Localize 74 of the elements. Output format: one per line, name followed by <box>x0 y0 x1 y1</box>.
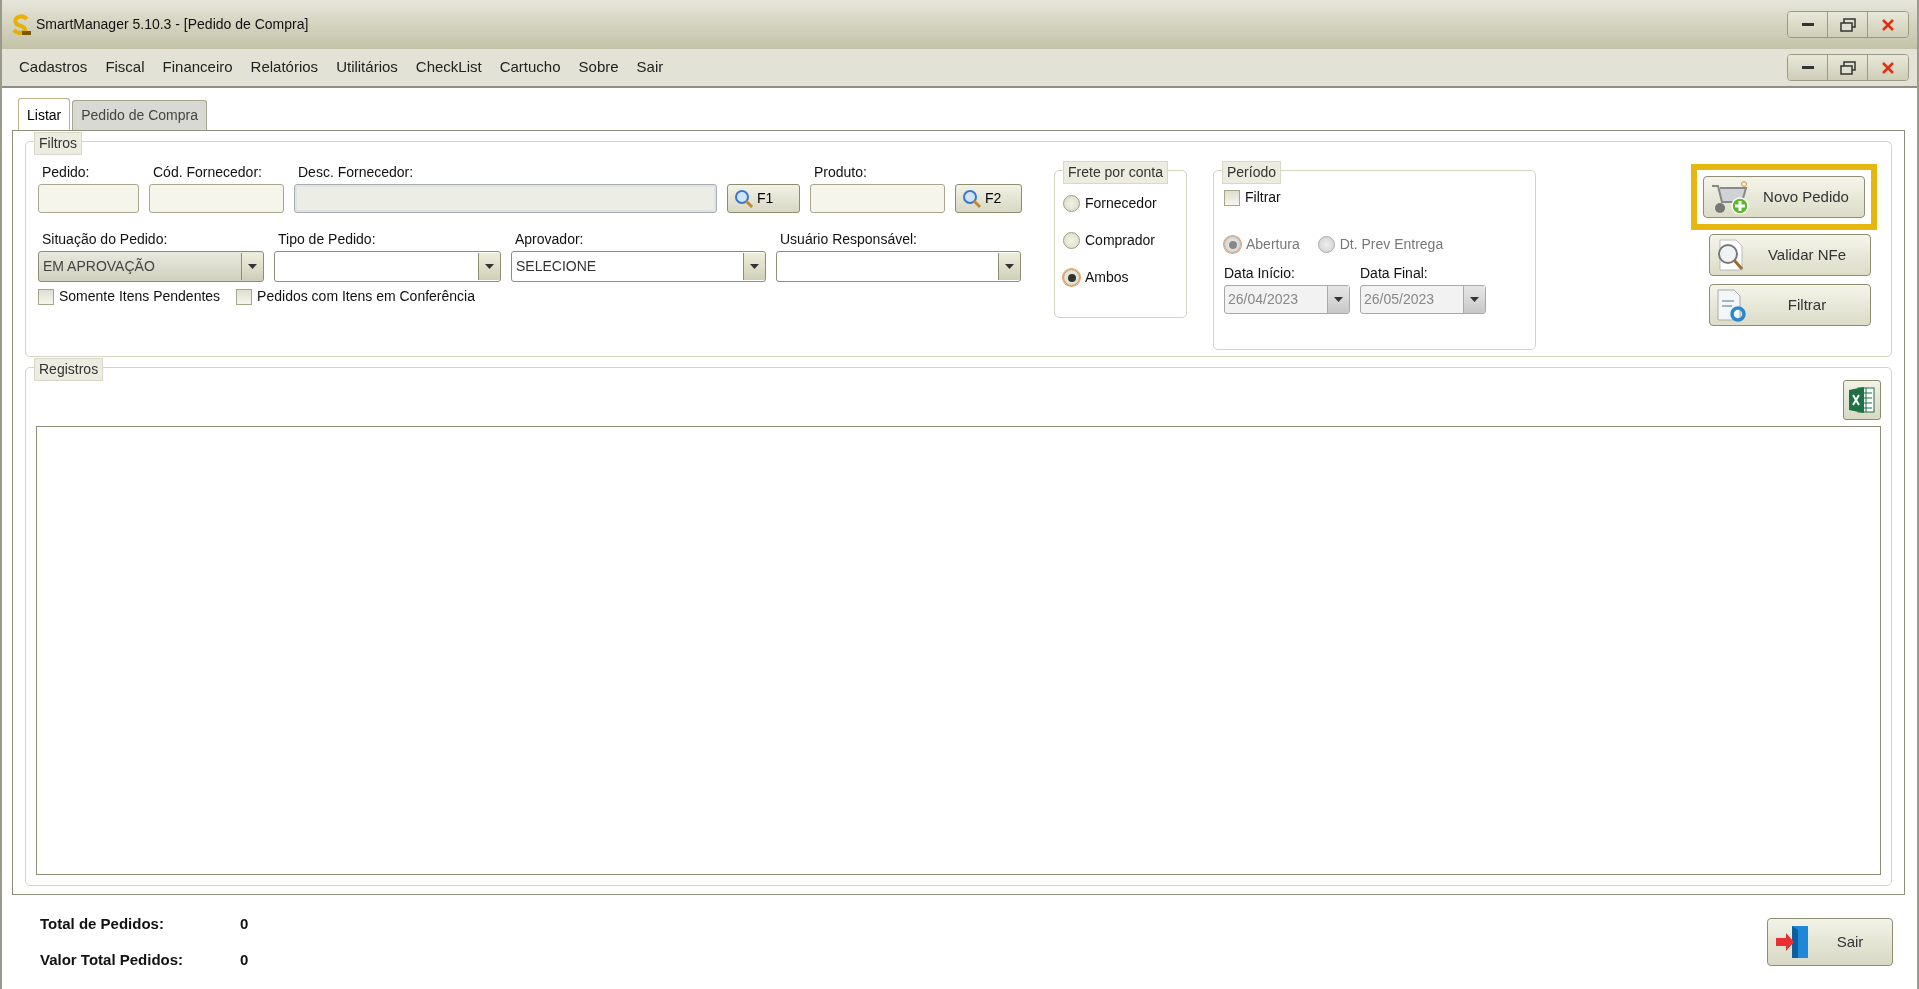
dropdown-field[interactable] <box>776 251 1021 282</box>
menu-item[interactable]: Financeiro <box>153 56 242 79</box>
restore-button[interactable] <box>1828 12 1868 37</box>
radio-button[interactable] <box>1063 195 1080 212</box>
minimize-button[interactable] <box>1788 12 1828 37</box>
radio-label: Comprador <box>1085 231 1156 250</box>
menu-item[interactable]: Utilitários <box>327 56 407 79</box>
total-label: Total de Pedidos: <box>40 913 165 934</box>
menu-item[interactable]: Sair <box>627 56 673 79</box>
close-button[interactable] <box>1868 55 1908 80</box>
search-icon <box>734 188 754 209</box>
input-field[interactable] <box>810 184 945 213</box>
document-refresh-icon <box>1714 288 1748 322</box>
menu-item[interactable]: Relatórios <box>241 56 328 79</box>
exit-button[interactable]: Sair <box>1767 918 1893 966</box>
group-title: Registros <box>34 358 104 381</box>
window-title: SmartManager 5.10.3 - [Pedido de Compra] <box>36 15 309 34</box>
excel-export-button[interactable] <box>1843 380 1881 420</box>
action-button[interactable]: Validar NFe <box>1709 234 1871 276</box>
field-label: Situação do Pedido: <box>41 230 169 249</box>
checkbox[interactable] <box>1224 189 1240 206</box>
input-field[interactable] <box>149 184 284 213</box>
checkbox[interactable] <box>236 288 253 305</box>
action-button[interactable]: Filtrar <box>1709 284 1871 326</box>
menu-item[interactable]: Cadastros <box>10 56 97 79</box>
checkbox-label: Filtrar <box>1245 188 1281 207</box>
radio-label: Fornecedor <box>1085 194 1157 213</box>
menu-item[interactable]: CheckList <box>406 56 491 79</box>
field-label: Cód. Fornecedor: <box>152 163 263 182</box>
checkbox-label: Pedidos com Itens em Conferência <box>257 287 475 306</box>
group-title: Período <box>1222 161 1282 184</box>
dropdown-field[interactable]: SELECIONE <box>511 251 766 282</box>
menu-item[interactable]: Sobre <box>569 56 628 79</box>
restore-button[interactable] <box>1828 55 1868 80</box>
restore-icon <box>1839 17 1856 32</box>
tab[interactable]: Listar <box>18 98 71 131</box>
field-label: Usuário Responsável: <box>779 230 918 249</box>
field-label: Data Início: <box>1224 264 1296 283</box>
group-title: Frete por conta <box>1063 161 1168 184</box>
restore-icon <box>1839 60 1856 75</box>
total-label: Valor Total Pedidos: <box>40 950 185 970</box>
field-label: Tipo de Pedido: <box>277 230 377 249</box>
spreadsheet-icon <box>1848 385 1876 415</box>
field-label: Pedido: <box>41 163 91 182</box>
radio-label: Ambos <box>1085 268 1129 287</box>
app-logo-icon <box>10 13 32 36</box>
total-value: 0 <box>240 950 249 970</box>
close-icon <box>1882 18 1894 31</box>
field-label: Desc. Fornecedor: <box>297 163 415 182</box>
search-icon <box>962 188 982 209</box>
radio-label: Abertura <box>1246 235 1300 254</box>
checkbox[interactable] <box>38 288 54 305</box>
minimize-icon <box>1801 22 1814 27</box>
field-label: Data Final: <box>1360 264 1429 283</box>
field-label: Produto: <box>813 163 868 182</box>
total-value: 0 <box>240 913 249 934</box>
minimize-button[interactable] <box>1788 55 1828 80</box>
input-field[interactable] <box>38 184 139 213</box>
close-icon <box>1882 61 1894 74</box>
minimize-icon <box>1801 65 1814 70</box>
dropdown-field[interactable] <box>274 251 501 282</box>
action-button[interactable]: Novo Pedido <box>1703 176 1865 218</box>
tab[interactable]: Pedido de Compra <box>72 100 207 130</box>
radio-button[interactable] <box>1063 269 1080 286</box>
menu-item[interactable]: Fiscal <box>96 56 154 79</box>
lookup-button[interactable]: F2 <box>955 184 1022 213</box>
close-button[interactable] <box>1868 12 1908 37</box>
radio-label: Dt. Prev Entrega <box>1339 235 1444 254</box>
lookup-button[interactable]: F1 <box>727 184 800 213</box>
radio-button[interactable] <box>1063 232 1080 249</box>
checkbox-label: Somente Itens Pendentes <box>59 287 221 306</box>
field-label: Aprovador: <box>514 230 585 249</box>
group-title: Filtros <box>34 132 83 155</box>
menu-item[interactable]: Cartucho <box>490 56 570 79</box>
